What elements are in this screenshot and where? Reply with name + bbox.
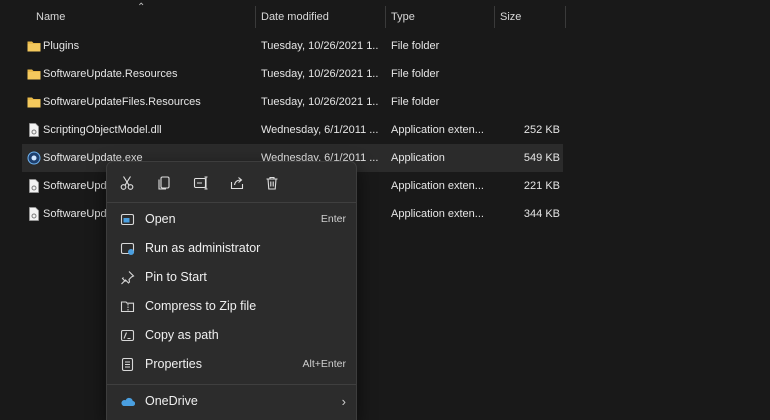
file-type: File folder <box>391 40 440 52</box>
column-divider[interactable] <box>494 6 495 28</box>
column-date-header[interactable]: Date modified <box>261 0 329 31</box>
dll-file-icon <box>29 207 39 221</box>
column-name-header[interactable]: Name <box>36 0 65 31</box>
menu-divider <box>107 384 356 385</box>
delete-button[interactable] <box>260 171 284 195</box>
folder-icon <box>27 41 41 52</box>
file-size <box>492 88 560 116</box>
pin-icon <box>121 271 135 285</box>
column-size-header[interactable]: Size <box>500 0 521 31</box>
column-header: Name ⌃ Date modified Type Size <box>0 0 770 31</box>
cut-icon <box>120 176 134 190</box>
dll-file-icon <box>29 179 39 193</box>
file-name: ScriptingObjectModel.dll <box>43 124 162 136</box>
file-type: Application exten... <box>391 208 484 220</box>
menu-divider <box>107 202 356 203</box>
open-icon <box>120 213 135 226</box>
rename-icon <box>193 176 208 190</box>
folder-icon <box>27 69 41 80</box>
file-date: Tuesday, 10/26/2021 1... <box>261 68 379 80</box>
file-name: Plugins <box>43 40 80 52</box>
sort-ascending-icon: ⌃ <box>137 2 146 13</box>
menu-item-pin-to-start[interactable]: Pin to Start <box>111 264 352 291</box>
file-type: Application exten... <box>391 124 484 136</box>
share-button[interactable] <box>225 171 249 195</box>
shield-icon <box>120 242 135 255</box>
path-icon <box>120 329 135 342</box>
column-divider[interactable] <box>565 6 566 28</box>
properties-icon <box>121 357 134 372</box>
copy-button[interactable] <box>152 171 176 195</box>
file-size <box>492 32 560 60</box>
file-name: SoftwareUpdateFiles.Resources <box>43 96 201 108</box>
file-row[interactable]: ScriptingObjectModel.dll Wednesday, 6/1/… <box>22 116 563 144</box>
exe-file-icon <box>27 151 41 165</box>
file-date: Wednesday, 6/1/2011 ... <box>261 124 379 136</box>
menu-item-label: Open <box>145 212 176 226</box>
column-divider[interactable] <box>385 6 386 28</box>
menu-item-shortcut: Enter <box>320 213 346 225</box>
file-size: 344 KB <box>523 208 560 220</box>
menu-item-copy-as-path[interactable]: Copy as path <box>111 322 352 349</box>
cut-button[interactable] <box>115 171 139 195</box>
menu-item-run-as-administrator[interactable]: Run as administrator <box>111 235 352 262</box>
file-size: 252 KB <box>523 124 560 136</box>
menu-item-open[interactable]: Open Enter <box>111 206 352 233</box>
menu-item-label: Pin to Start <box>145 270 207 284</box>
file-type: File folder <box>391 96 440 108</box>
menu-item-label: Compress to Zip file <box>145 299 257 313</box>
menu-item-shortcut: Alt+Enter <box>302 358 346 370</box>
share-icon <box>230 177 244 190</box>
context-menu: Open Enter Run as administrator Pin to S… <box>106 161 357 420</box>
file-date: Tuesday, 10/26/2021 1... <box>261 40 379 52</box>
menu-item-label: Copy as path <box>145 328 219 342</box>
menu-item-label: OneDrive <box>145 394 198 408</box>
file-type: Application exten... <box>391 180 484 192</box>
file-row[interactable]: Plugins Tuesday, 10/26/2021 1... File fo… <box>22 32 563 60</box>
menu-item-compress-to-zip[interactable]: Compress to Zip file <box>111 293 352 320</box>
file-type: Application <box>391 152 445 164</box>
file-date: Tuesday, 10/26/2021 1... <box>261 96 379 108</box>
file-size: 549 KB <box>523 152 560 164</box>
file-size: 221 KB <box>523 180 560 192</box>
menu-item-label: Run as administrator <box>145 241 261 255</box>
file-row[interactable]: SoftwareUpdateFiles.Resources Tuesday, 1… <box>22 88 563 116</box>
chevron-right-icon: › <box>341 394 346 409</box>
dll-file-icon <box>29 123 39 137</box>
column-type-header[interactable]: Type <box>391 0 415 31</box>
folder-icon <box>27 97 41 108</box>
onedrive-icon <box>121 397 135 407</box>
file-row[interactable]: SoftwareUpdate.Resources Tuesday, 10/26/… <box>22 60 563 88</box>
file-type: File folder <box>391 68 440 80</box>
file-name: SoftwareUpdate.Resources <box>43 68 178 80</box>
menu-item-properties[interactable]: Properties Alt+Enter <box>111 351 352 378</box>
rename-button[interactable] <box>189 171 213 195</box>
zip-icon <box>120 301 135 313</box>
copy-icon <box>158 176 170 190</box>
delete-icon <box>266 176 278 190</box>
column-divider[interactable] <box>255 6 256 28</box>
file-size <box>492 60 560 88</box>
menu-item-label: Properties <box>145 357 202 371</box>
menu-item-onedrive[interactable]: OneDrive › <box>111 388 352 415</box>
